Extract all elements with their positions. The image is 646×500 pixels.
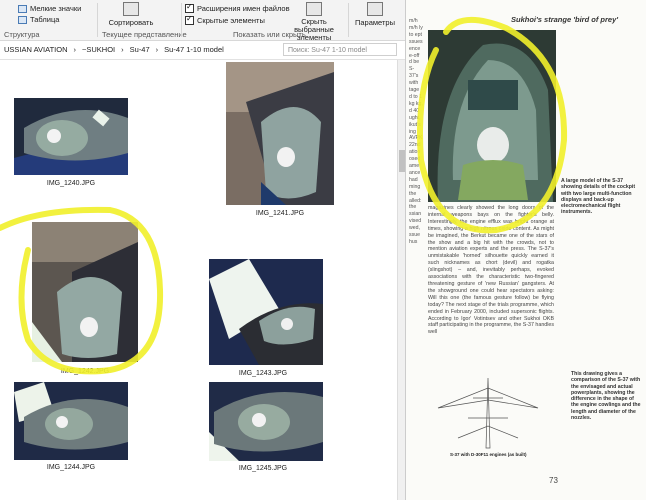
sort-button[interactable]: Сортировать — [106, 2, 156, 27]
breadcrumb-item[interactable]: Su-47 1-10 model — [164, 45, 224, 54]
file-extensions-checkbox[interactable]: Расширения имен файлов — [185, 2, 290, 13]
show-hide-group-label: Показать или скрыть — [233, 30, 306, 39]
ribbon-toolbar: Мелкие значки Таблица Структура Сортиров… — [0, 0, 405, 42]
breadcrumb-item[interactable]: Su-47 — [130, 45, 150, 54]
checkbox-checked-icon — [185, 14, 194, 25]
ribbon-divider — [97, 3, 98, 37]
current-view-group-label: Текущее представление — [102, 30, 187, 39]
ribbon-group-show-hide: Расширения имен файлов Скрытые элементы … — [185, 0, 345, 42]
ribbon-divider — [348, 3, 349, 37]
chevron-right-icon: › — [121, 45, 124, 54]
highlight-circle-annotation — [0, 206, 164, 375]
hidden-items-checkbox[interactable]: Скрытые элементы — [185, 14, 265, 25]
chevron-right-icon: › — [155, 45, 159, 54]
ribbon-group-layout: Мелкие значки Таблица Структура — [4, 0, 92, 40]
sort-icon — [123, 2, 139, 16]
search-input[interactable]: Поиск: Su-47 1-10 model — [283, 43, 397, 56]
view-small-icons[interactable]: Мелкие значки — [18, 4, 81, 13]
breadcrumb: USSIAN AVIATION › ~SUKHOI › Su-47 › Su-47 1-10… — [4, 45, 230, 54]
book-page-viewer: m/h m/h ly to ept ssues ence e-off d be … — [405, 0, 646, 500]
ribbon-group-current-view: Сортировать Текущее представление — [100, 0, 187, 40]
table-icon — [18, 15, 27, 24]
ribbon-divider — [181, 3, 182, 37]
breadcrumb-item[interactable]: USSIAN AVIATION — [4, 45, 68, 54]
options-button[interactable]: Параметры — [352, 2, 398, 27]
options-icon — [367, 2, 383, 16]
small-icons-icon — [18, 4, 27, 13]
hide-selected-icon — [306, 2, 322, 16]
file-grid: IMG_1240.JPG IMG_1241.JPG IMG_1242.JPG I… — [0, 60, 397, 500]
view-table[interactable]: Таблица — [18, 15, 59, 24]
highlight-circle-annotation — [417, 16, 568, 234]
structure-group-label: Структура — [4, 30, 40, 39]
address-bar: USSIAN AVIATION › ~SUKHOI › Su-47 › Su-47 1-10… — [0, 41, 405, 60]
chevron-right-icon: › — [73, 45, 77, 54]
breadcrumb-item[interactable]: ~SUKHOI — [82, 45, 115, 54]
checkbox-checked-icon — [185, 2, 194, 13]
